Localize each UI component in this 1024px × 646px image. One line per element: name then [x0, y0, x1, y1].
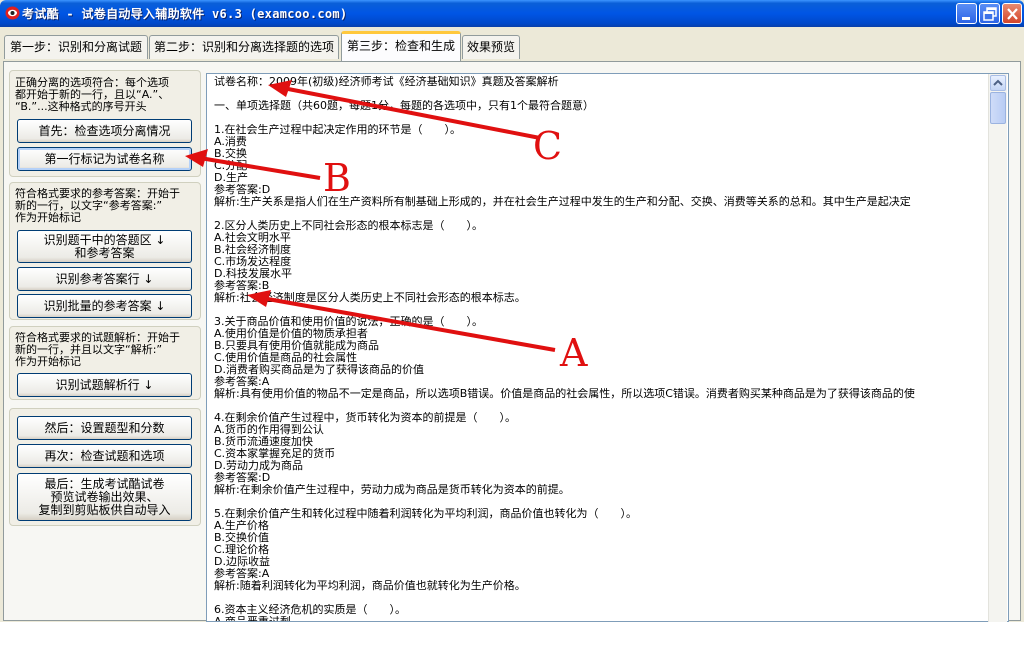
group-analysis: 符合格式要求的试题解析：开始于 新的一行，并且以文字“解析:” 作为开始标记 识…	[9, 326, 201, 400]
minimize-icon	[962, 17, 970, 20]
editor-line: D.科技发展水平	[214, 268, 292, 280]
editor-line: 5.在剩余价值产生和转化过程中随着利润转化为平均利润，商品价值也转化为（ ）。	[214, 508, 637, 520]
analysis-line-button[interactable]: 识别试题解析行 ↓	[17, 373, 192, 397]
close-icon	[1007, 8, 1018, 20]
editor-line: C.使用价值是商品的社会属性	[214, 352, 358, 364]
editor-line: C.理论价格	[214, 544, 270, 556]
editor-line: 解析:在剩余价值产生过程中，劳动力成为商品是货币转化为资本的前提。	[214, 484, 570, 496]
window-title: 考试酷 - 试卷自动导入辅助软件 v6.3 (examcoo.com)	[22, 7, 348, 21]
editor-line: C.市场发达程度	[214, 256, 292, 268]
set-type-button[interactable]: 然后：设置题型和分数	[17, 416, 192, 440]
editor-line: 一、单项选择题（共60题，每题1分，每题的各选项中，只有1个最符合题意）	[214, 100, 594, 112]
check-again-button[interactable]: 再次：检查试题和选项	[17, 444, 192, 468]
tab-step3[interactable]: 第三步：检查和生成	[341, 31, 461, 61]
scroll-thumb[interactable]	[990, 92, 1006, 124]
editor-line: 3.关于商品价值和使用价值的说法，正确的是（ ）。	[214, 316, 483, 328]
editor-line: D.劳动力成为商品	[214, 460, 303, 472]
editor-line: 参考答案:A	[214, 568, 270, 580]
editor-line: 2.区分人类历史上不同社会形态的根本标志是（ ）。	[214, 220, 483, 232]
tab-step2[interactable]: 第二步：识别和分离选择题的选项	[149, 35, 339, 59]
editor-line: 参考答案:D	[214, 472, 271, 484]
minimize-button[interactable]	[956, 3, 977, 24]
app-window: 考试酷 - 试卷自动导入辅助软件 v6.3 (examcoo.com) 第一步：…	[0, 0, 1024, 622]
left-panel: 正确分离的选项符合：每个选项 都开始于新的一行，且以“A.”、 “B.”...这…	[9, 70, 201, 530]
group-hint: 都开始于新的一行，且以“A.”、	[15, 89, 170, 101]
editor-line: D.边际收益	[214, 556, 270, 568]
editor-line: 1.在社会生产过程中起决定作用的环节是（ ）。	[214, 124, 461, 136]
scroll-up-button[interactable]	[990, 75, 1006, 91]
group-answers: 符合格式要求的参考答案：开始于 新的一行，以文字“参考答案:” 作为开始标记 识…	[9, 182, 201, 320]
title-bar[interactable]: 考试酷 - 试卷自动导入辅助软件 v6.3 (examcoo.com)	[0, 0, 1024, 27]
group-hint: 作为开始标记	[15, 212, 81, 224]
editor-line: A.使用价值是价值的物质承担者	[214, 328, 368, 340]
editor-line: 解析:随着利润转化为平均利润，商品价值也就转化为生产价格。	[214, 580, 526, 592]
editor-line: B.交换价值	[214, 532, 270, 544]
vertical-scrollbar[interactable]	[988, 74, 1007, 622]
check-options-button[interactable]: 首先：检查选项分离情况	[17, 119, 192, 143]
close-button[interactable]	[1002, 3, 1022, 24]
group-hint: 符合格式要求的试题解析：开始于	[15, 332, 180, 344]
editor-line: A.货币的作用得到公认	[214, 424, 324, 436]
editor-line: 参考答案:B	[214, 280, 270, 292]
group-options: 正确分离的选项符合：每个选项 都开始于新的一行，且以“A.”、 “B.”...这…	[9, 70, 201, 177]
editor-line: D.消费者购买商品是为了获得该商品的价值	[214, 364, 424, 376]
editor-line: B.货币流通速度加快	[214, 436, 314, 448]
editor-line: B.只要具有使用价值就能成为商品	[214, 340, 380, 352]
restore-button[interactable]	[979, 3, 1000, 24]
editor-line: 6.资本主义经济危机的实质是（ ）。	[214, 604, 406, 616]
group-hint: 符合格式要求的参考答案：开始于	[15, 188, 180, 200]
group-hint: 新的一行，并且以文字“解析:”	[15, 344, 163, 356]
tab-preview[interactable]: 效果预览	[462, 35, 520, 59]
editor-line: 参考答案:A	[214, 376, 270, 388]
tab-step1[interactable]: 第一步：识别和分离试题	[4, 35, 148, 59]
group-final: 然后：设置题型和分数 再次：检查试题和选项 最后：生成考试酷试卷 预览试卷输出效…	[9, 408, 201, 526]
editor-line: C.资本家掌握充足的货币	[214, 448, 336, 460]
editor-line: 4.在剩余价值产生过程中，货币转化为资本的前提是（ ）。	[214, 412, 516, 424]
editor-line: A.生产价格	[214, 520, 269, 532]
editor-line: B.社会经济制度	[214, 244, 292, 256]
mark-title-button[interactable]: 第一行标记为试卷名称	[17, 147, 192, 171]
annotation-label-c: C	[533, 124, 563, 168]
answer-area-button[interactable]: 识别题干中的答题区 ↓ 和参考答案	[17, 230, 192, 263]
editor-line: 试卷名称：2009年(初级)经济师考试《经济基础知识》真题及答案解析	[214, 76, 559, 88]
group-hint: 新的一行，以文字“参考答案:”	[15, 200, 163, 212]
editor-line: 解析:具有使用价值的物品不一定是商品，所以选项B错误。价值是商品的社会属性，所以…	[214, 388, 915, 400]
answer-line-button[interactable]: 识别参考答案行 ↓	[17, 267, 192, 291]
batch-answer-button[interactable]: 识别批量的参考答案 ↓	[17, 294, 192, 318]
editor-line: 解析:社会经济制度是区分人类历史上不同社会形态的根本标志。	[214, 292, 526, 304]
restore-icon	[983, 7, 997, 21]
annotation-label-a: A	[560, 331, 588, 375]
app-logo-icon	[5, 6, 20, 20]
editor-line: A.商品严重过剩	[214, 616, 989, 621]
tab-strip: 第一步：识别和分离试题 第二步：识别和分离选择题的选项 第三步：检查和生成 效果…	[0, 27, 1024, 62]
generate-button[interactable]: 最后：生成考试酷试卷 预览试卷输出效果、 复制到剪贴板供自动导入	[17, 473, 192, 521]
group-hint: 作为开始标记	[15, 356, 81, 368]
group-hint: “B.”...这种格式的序号开头	[15, 101, 147, 113]
editor-line: A.社会文明水平	[214, 232, 291, 244]
annotation-label-b: B	[323, 156, 351, 200]
group-hint: 正确分离的选项符合：每个选项	[15, 77, 169, 89]
editor-line: A.消费	[214, 136, 247, 148]
chevron-up-icon	[993, 79, 1003, 86]
